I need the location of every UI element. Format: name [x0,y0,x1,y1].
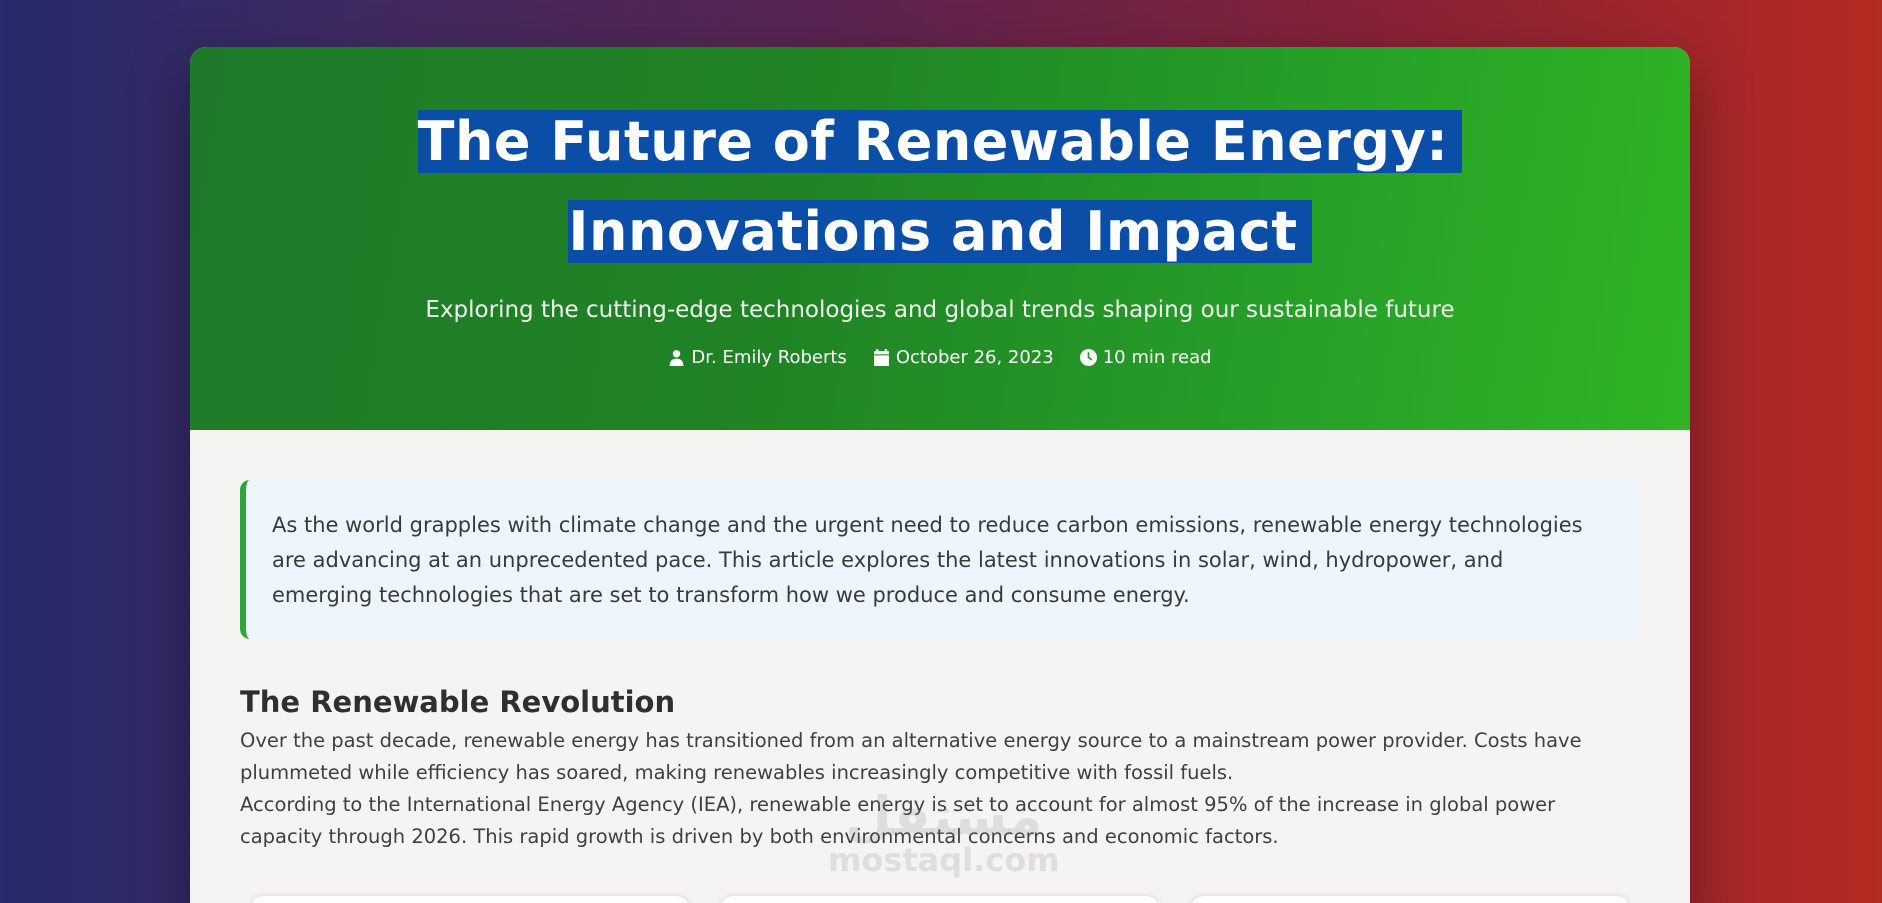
meta-read-time: 10 min read [1079,347,1212,368]
publish-date: October 26, 2023 [895,347,1054,368]
article-title[interactable]: The Future of Renewable Energy: Innovati… [417,110,1463,263]
user-icon [670,350,684,366]
article-card: The Future of Renewable Energy: Innovati… [190,47,1690,903]
article-content: As the world grapples with climate chang… [190,430,1690,853]
calendar-icon [873,349,889,366]
meta-author: Dr. Emily Roberts [668,347,847,368]
feature-card [250,896,690,903]
feature-card [1190,896,1630,903]
article-subtitle: Exploring the cutting-edge technologies … [425,297,1455,323]
feature-cards-row [250,896,1630,903]
feature-card [720,896,1160,903]
clock-icon [1079,349,1097,366]
title-wrap: The Future of Renewable Energy: Innovati… [260,47,1620,277]
intro-callout: As the world grapples with climate chang… [240,480,1640,639]
article-header: The Future of Renewable Energy: Innovati… [190,47,1690,430]
meta-date: October 26, 2023 [873,347,1054,368]
section-paragraph: According to the International Energy Ag… [240,793,1556,848]
read-time: 10 min read [1102,347,1212,368]
section-paragraph: Over the past decade, renewable energy h… [240,729,1582,784]
section-heading: The Renewable Revolution [240,685,676,719]
author-name[interactable]: Dr. Emily Roberts [691,347,846,368]
article-meta: Dr. Emily Roberts October 26, 2023 10 mi… [190,347,1690,368]
